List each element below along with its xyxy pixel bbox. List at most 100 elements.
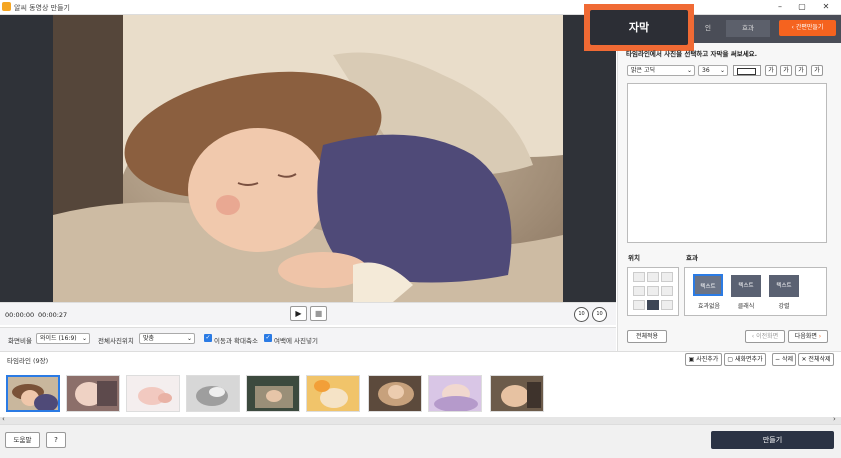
- chevron-down-icon: ⌄: [81, 335, 87, 342]
- font-size-value: 36: [702, 67, 710, 74]
- delete-label: 삭제: [781, 356, 793, 363]
- timeline-thumb[interactable]: [126, 375, 180, 412]
- effect-none-thumb[interactable]: 텍스트: [693, 274, 723, 296]
- move-zoom-checkbox[interactable]: ✓: [204, 334, 212, 342]
- maximize-button[interactable]: ▢: [791, 0, 813, 15]
- easy-make-button[interactable]: ‹ 간편만들기: [779, 20, 836, 36]
- bold-button[interactable]: 가: [765, 65, 777, 76]
- effect-section-title: 효과: [686, 254, 698, 262]
- play-button[interactable]: ▶: [290, 306, 307, 321]
- tab-subtitle[interactable]: 자막: [590, 10, 688, 45]
- forward-10-button[interactable]: 10: [592, 307, 607, 322]
- apply-all-button[interactable]: 전체적용: [627, 330, 667, 343]
- total-time: 00:00:27: [38, 311, 68, 319]
- position-bottom-center[interactable]: [647, 300, 659, 310]
- shadow-button[interactable]: 가: [811, 65, 823, 76]
- timeline-thumb[interactable]: [246, 375, 300, 412]
- chevron-down-icon: ⌄: [719, 67, 725, 74]
- question-button[interactable]: ?: [46, 432, 66, 448]
- prev-screen-label: 이전화면: [756, 333, 779, 340]
- position-bottom-left[interactable]: [633, 300, 645, 310]
- help-button[interactable]: 도움말: [5, 432, 40, 448]
- move-zoom-label: 이동과 확대축소: [214, 337, 258, 345]
- timeline-thumb[interactable]: [186, 375, 240, 412]
- position-middle-right[interactable]: [661, 286, 673, 296]
- effect-options: 텍스트 효과없음 텍스트 클래식 텍스트 강렬: [684, 267, 827, 316]
- scroll-left-icon[interactable]: ‹: [2, 415, 5, 423]
- scroll-right-icon[interactable]: ›: [833, 415, 836, 423]
- photo-position-select[interactable]: 맞춤 ⌄: [139, 333, 195, 344]
- tab-effects[interactable]: 효과: [726, 20, 770, 37]
- add-screen-button[interactable]: ▢ 새화면추가: [724, 353, 766, 366]
- photo-position-value: 맞춤: [143, 335, 155, 342]
- timeline-scrollbar[interactable]: ‹ ›: [0, 415, 841, 424]
- next-screen-label: 다음화면: [794, 333, 817, 340]
- position-section-title: 위치: [628, 254, 640, 262]
- timeline-title: 타임라인 (9장): [7, 357, 49, 365]
- ratio-value: 와이드 (16:9): [40, 335, 77, 342]
- delete-all-label: 전체삭제: [808, 356, 831, 363]
- position-middle-center[interactable]: [647, 286, 659, 296]
- add-photo-label: 사진추가: [696, 356, 719, 363]
- font-value: 맑은 고딕: [631, 67, 655, 74]
- current-time: 00:00:00: [5, 311, 35, 319]
- minus-icon: −: [775, 356, 782, 363]
- timeline-thumb[interactable]: [490, 375, 544, 412]
- minimize-button[interactable]: –: [769, 0, 791, 15]
- position-bottom-right[interactable]: [661, 300, 673, 310]
- position-top-center[interactable]: [647, 272, 659, 282]
- font-size-select[interactable]: 36 ⌄: [698, 65, 728, 76]
- delete-button[interactable]: − 삭제: [772, 353, 796, 366]
- timeline-thumb[interactable]: [66, 375, 120, 412]
- close-button[interactable]: ✕: [815, 0, 837, 15]
- effect-strong-label: 강렬: [778, 303, 790, 310]
- timeline-thumb[interactable]: [306, 375, 360, 412]
- stop-icon: ■: [314, 309, 323, 318]
- effect-classic-thumb[interactable]: 텍스트: [731, 275, 761, 297]
- transport-bar: [0, 302, 616, 325]
- timeline-thumb[interactable]: [6, 375, 60, 412]
- italic-button[interactable]: 가: [780, 65, 792, 76]
- forward-icon: 10: [596, 311, 603, 317]
- font-select[interactable]: 맑은 고딕 ⌄: [627, 65, 695, 76]
- delete-all-button[interactable]: ✕ 전체삭제: [798, 353, 834, 366]
- chevron-right-icon: ›: [816, 333, 822, 340]
- stop-button[interactable]: ■: [310, 306, 327, 321]
- next-screen-button[interactable]: 다음화면 ›: [788, 330, 828, 343]
- subtitle-text-input[interactable]: [627, 83, 827, 243]
- app-logo-icon: [2, 2, 11, 11]
- title-bar: [0, 0, 841, 15]
- screen-icon: ▢: [727, 356, 735, 363]
- chevron-down-icon: ⌄: [686, 67, 692, 74]
- easy-make-label: 간편만들기: [795, 24, 824, 31]
- ratio-label: 화면비율: [8, 337, 32, 345]
- timeline-thumb[interactable]: [368, 375, 422, 412]
- position-top-left[interactable]: [633, 272, 645, 282]
- position-middle-left[interactable]: [633, 286, 645, 296]
- position-grid: [627, 267, 679, 316]
- font-color-picker[interactable]: [733, 65, 761, 76]
- add-photo-button[interactable]: ▣ 사진추가: [685, 353, 722, 366]
- play-icon: ▶: [295, 309, 302, 318]
- rewind-10-button[interactable]: 10: [574, 307, 589, 322]
- fill-blank-checkbox[interactable]: ✓: [264, 334, 272, 342]
- effect-classic-label: 클래식: [737, 303, 755, 310]
- fill-blank-label: 여백에 사진넣기: [274, 337, 318, 345]
- window-title: 알씨 동영상 만들기: [14, 4, 70, 12]
- effect-strong-thumb[interactable]: 텍스트: [769, 275, 799, 297]
- photo-position-label: 전체사진위치: [98, 337, 134, 345]
- rewind-icon: 10: [578, 311, 585, 317]
- chevron-down-icon: ⌄: [186, 335, 192, 342]
- underline-button[interactable]: 가: [795, 65, 807, 76]
- prev-screen-button[interactable]: ‹ 이전화면: [745, 330, 785, 343]
- color-swatch: [737, 68, 756, 75]
- make-video-button[interactable]: 만들기: [711, 431, 834, 449]
- tab-partial[interactable]: 인: [694, 20, 722, 37]
- effect-none-label: 효과없음: [697, 303, 721, 310]
- ratio-select[interactable]: 와이드 (16:9) ⌄: [36, 333, 90, 344]
- timeline-thumb[interactable]: [428, 375, 482, 412]
- panel-instruction: 타임라인에서 사진을 선택하고 자막을 써보세요.: [626, 50, 758, 58]
- add-screen-label: 새화면추가: [734, 356, 763, 363]
- position-top-right[interactable]: [661, 272, 673, 282]
- preview-photo: [53, 15, 563, 302]
